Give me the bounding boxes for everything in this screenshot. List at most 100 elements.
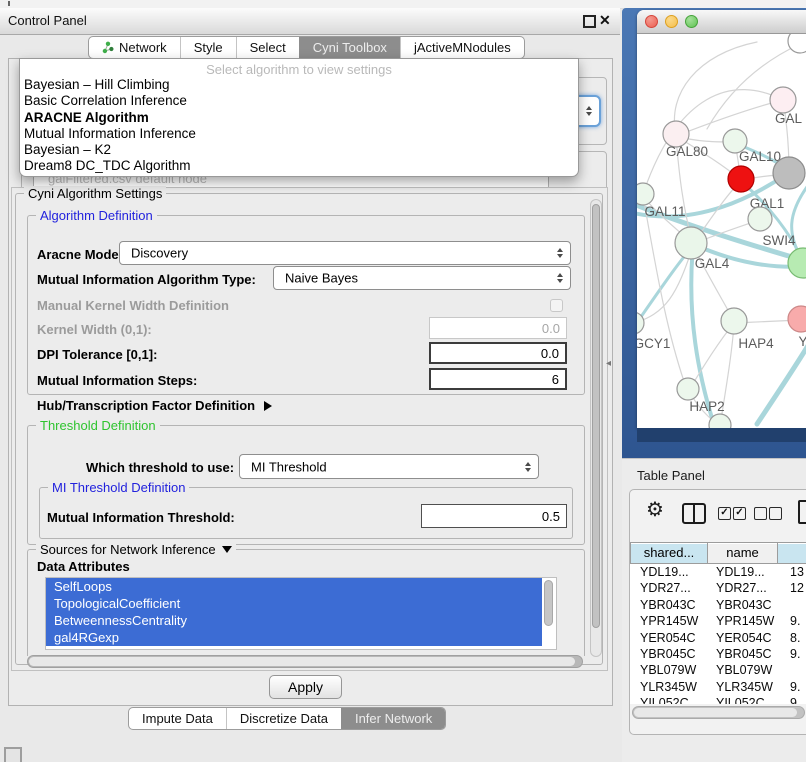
tab-infer-network[interactable]: Infer Network [341, 708, 445, 729]
attributes-list-scrollbar[interactable] [544, 580, 554, 646]
table-row[interactable]: YDL19...YDL19...13 [630, 564, 806, 580]
network-node-gal11[interactable] [637, 183, 654, 205]
mi-steps-label: Mutual Information Steps: [37, 373, 197, 388]
table-cell: YDR27... [708, 580, 778, 596]
network-node[interactable] [788, 34, 806, 53]
columns-icon[interactable] [682, 503, 706, 524]
table-row[interactable]: YDR27...YDR27...12 [630, 580, 806, 596]
network-node-gal1[interactable] [728, 166, 754, 192]
hub-tf-definition-toggle[interactable]: Hub/Transcription Factor Definition [37, 398, 272, 413]
splitter-collapse-icon[interactable]: ◂ [606, 358, 611, 369]
table-cell: YBL079W [630, 662, 708, 678]
network-node[interactable] [788, 248, 806, 278]
data-attributes-list[interactable]: SelfLoopsTopologicalCoefficientBetweenne… [45, 577, 557, 650]
column-header-name[interactable]: name [708, 542, 778, 564]
tab-impute-data[interactable]: Impute Data [129, 708, 226, 729]
network-node-label: GCY1 [637, 336, 670, 351]
algorithm-option-dream8-dc-tdc-algorithm[interactable]: Dream8 DC_TDC Algorithm [20, 158, 578, 174]
table-cell: YBR043C [708, 597, 778, 613]
attribute-item-selfloops[interactable]: SelfLoops [46, 578, 542, 595]
algorithm-option-mutual-information-inference[interactable]: Mutual Information Inference [20, 126, 578, 142]
close-icon[interactable]: ✕ [599, 12, 611, 29]
manual-kernel-width-checkbox[interactable] [550, 299, 563, 312]
close-traffic-light-icon[interactable] [645, 15, 658, 28]
mi-algorithm-type-combo[interactable]: Naive Bayes [273, 266, 571, 290]
tab-style[interactable]: Style [180, 37, 236, 58]
threshold-definition-label: Threshold Definition [36, 418, 160, 433]
network-edge[interactable] [674, 42, 757, 134]
table-row[interactable]: YBL079WYBL079W [630, 662, 806, 678]
unchecked-checkbox-icon[interactable] [769, 507, 782, 520]
which-threshold-combo[interactable]: MI Threshold [239, 454, 539, 479]
table-row[interactable]: YER054CYER054C8. [630, 630, 806, 646]
kernel-width-field[interactable] [429, 317, 567, 339]
network-node-y[interactable] [788, 306, 806, 332]
zoom-traffic-light-icon[interactable] [685, 15, 698, 28]
algorithm-option-bayesian-k2[interactable]: Bayesian – K2 [20, 142, 578, 158]
settings-horizontal-scrollbar[interactable] [27, 655, 583, 668]
column-header-shared-name[interactable]: shared... [630, 542, 708, 564]
dpi-tolerance-field[interactable] [429, 342, 567, 364]
network-node-hap2[interactable] [677, 378, 699, 400]
tab-jactivemnodules[interactable]: jActiveMNodules [400, 37, 524, 58]
scrollbar-thumb[interactable] [29, 657, 575, 666]
network-edge[interactable] [643, 196, 687, 390]
attribute-item-betweennesscentrality[interactable]: BetweennessCentrality [46, 612, 542, 629]
tab-cyni-toolbox[interactable]: Cyni Toolbox [299, 37, 400, 58]
network-node-gal[interactable] [770, 87, 796, 113]
tab-select-label: Select [250, 37, 286, 58]
network-node-swi4[interactable] [748, 207, 772, 231]
table-horizontal-scrollbar[interactable] [632, 706, 805, 719]
minimize-traffic-light-icon[interactable] [665, 15, 678, 28]
partial-toolbar-icon[interactable] [798, 500, 806, 524]
table-cell: YPR145W [630, 613, 708, 629]
table-row[interactable]: YLR345WYLR345W9. [630, 679, 806, 695]
aracne-mode-combo[interactable]: Discovery [119, 241, 571, 265]
network-edge[interactable] [757, 344, 806, 424]
algorithm-option-aracne-algorithm[interactable]: ARACNE Algorithm [20, 110, 578, 126]
checked-checkbox-icon[interactable]: ✓ [733, 507, 746, 520]
algorithm-definition-label: Algorithm Definition [36, 208, 157, 223]
control-panel-tabs: NetworkStyle Select Cyni ToolboxjActiveMNo… [88, 36, 525, 59]
mi-threshold-field[interactable] [421, 504, 567, 528]
network-window-titlebar[interactable] [637, 10, 806, 34]
attribute-item-gal4rgexp[interactable]: gal4RGexp [46, 629, 542, 646]
settings-vertical-scrollbar[interactable] [590, 199, 602, 657]
tab-select[interactable]: Select [236, 37, 299, 58]
algorithm-option-basic-correlation-inference[interactable]: Basic Correlation Inference [20, 93, 578, 109]
network-edge[interactable] [637, 246, 693, 334]
scrollbar-thumb[interactable] [592, 204, 600, 628]
table-cell: YLR345W [630, 679, 708, 695]
checked-checkbox-icon[interactable]: ✓ [718, 507, 731, 520]
gear-icon[interactable]: ⚙ [646, 497, 664, 522]
float-window-icon[interactable] [583, 15, 596, 28]
network-canvas[interactable]: GALGAL80GAL10GAL1GAL11SWI4GAL4GCY1HAP4YH… [637, 34, 806, 428]
unchecked-checkbox-icon[interactable] [754, 507, 767, 520]
scrollbar-thumb[interactable] [544, 580, 553, 626]
panel-grip-icon[interactable] [4, 747, 22, 762]
table-row[interactable]: YBR045CYBR045C9. [630, 646, 806, 662]
table-cell: 9. [778, 613, 806, 629]
tab-network[interactable]: Network [89, 37, 180, 58]
mi-threshold-definition-label: MI Threshold Definition [48, 480, 189, 495]
column-header-partial[interactable] [778, 542, 806, 564]
algorithm-popup-list: Bayesian – Hill ClimbingBasic Correlatio… [20, 77, 578, 175]
tab-discretize-data[interactable]: Discretize Data [226, 708, 341, 729]
network-node-gal4[interactable] [675, 227, 707, 259]
attribute-item-topologicalcoefficient[interactable]: TopologicalCoefficient [46, 595, 542, 612]
scrollbar-thumb[interactable] [634, 708, 797, 717]
table-row[interactable]: YPR145WYPR145W9. [630, 613, 806, 629]
table-row[interactable]: YBR043CYBR043C [630, 597, 806, 613]
table-row[interactable]: YIL052CYIL052C9 [630, 695, 806, 704]
network-node[interactable] [773, 157, 805, 189]
table-panel-section: Table Panel ⚙ ✓ ✓ shared... name YDL19..… [622, 458, 806, 762]
network-node-label: GAL10 [739, 149, 781, 164]
combo-stepper-icon [586, 106, 592, 116]
table-body[interactable]: YDL19...YDL19...13YDR27...YDR27...12YBR0… [630, 564, 806, 704]
network-node-hap4[interactable] [721, 308, 747, 334]
combo-stepper-icon [557, 273, 563, 283]
mi-steps-field[interactable] [429, 368, 567, 390]
apply-button[interactable]: Apply [269, 675, 342, 699]
sources-label-wrap[interactable]: Sources for Network Inference [36, 542, 236, 557]
algorithm-option-bayesian-hill-climbing[interactable]: Bayesian – Hill Climbing [20, 77, 578, 93]
